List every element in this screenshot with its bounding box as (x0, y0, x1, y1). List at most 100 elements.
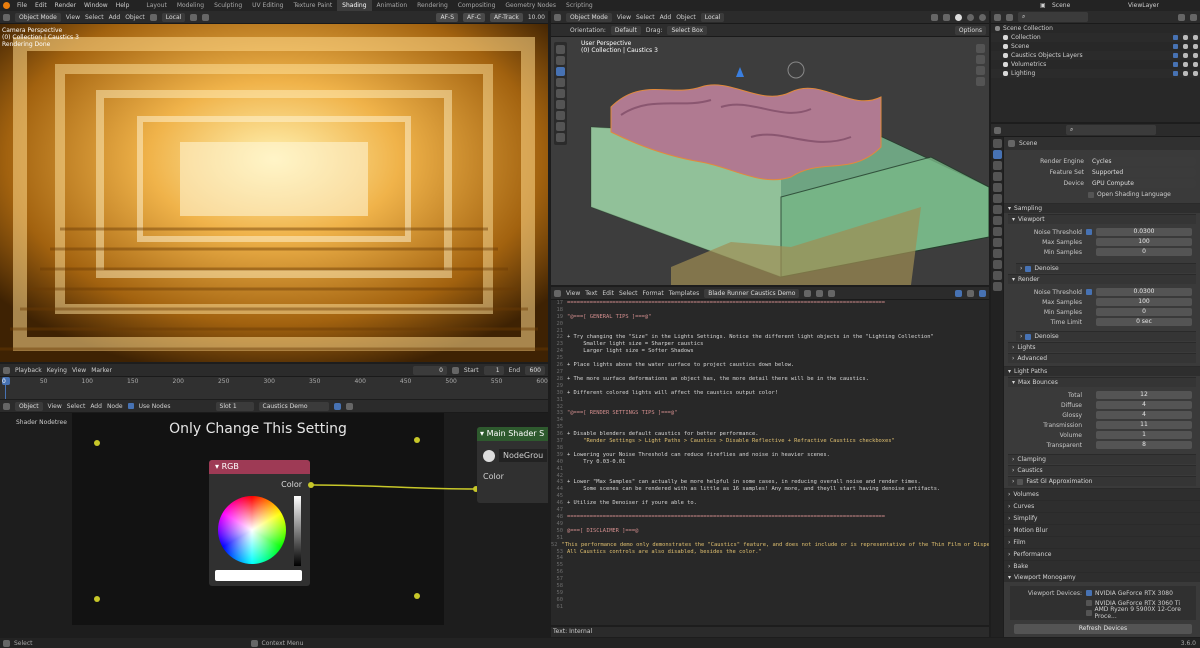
texture-tab-icon[interactable] (992, 282, 1002, 291)
shading-rendered-icon[interactable] (979, 13, 986, 21)
menu-add[interactable]: Add (109, 14, 121, 21)
menu-keying[interactable]: Keying (47, 367, 67, 374)
physics-tab-icon[interactable] (992, 238, 1002, 247)
editor-type-icon[interactable] (3, 13, 10, 21)
render-camera-icon[interactable] (1193, 53, 1198, 58)
r-max-field[interactable]: 100 (1096, 298, 1192, 306)
view-layer-tab-icon[interactable] (992, 172, 1002, 181)
exclude-checkbox[interactable] (1173, 71, 1178, 76)
time-limit-field[interactable]: 0 sec (1096, 318, 1192, 326)
refresh-devices-button[interactable]: Refresh Devices (1014, 624, 1192, 634)
new-text-icon[interactable] (804, 289, 812, 297)
menu-select-text[interactable]: Select (619, 290, 638, 297)
line-numbers-icon[interactable] (955, 289, 962, 297)
blender-logo-icon[interactable] (3, 2, 10, 9)
menu-edit-text[interactable]: Edit (602, 290, 614, 297)
timeline-area[interactable]: 0 50 100 150 200 250 300 350 400 450 500… (0, 377, 548, 399)
bounce-field[interactable]: 4 (1096, 401, 1192, 409)
section-film[interactable]: › Film (1004, 536, 1200, 548)
bounce-field[interactable]: 1 (1096, 431, 1192, 439)
menu-view-timeline[interactable]: View (72, 367, 86, 374)
viewport-monogamy-section[interactable]: ▾ Viewport Monogamy (1004, 572, 1200, 582)
osl-checkbox[interactable] (1088, 191, 1094, 198)
node-editor-icon[interactable] (3, 402, 10, 410)
word-wrap-icon[interactable] (967, 289, 974, 297)
bounce-field[interactable]: 8 (1096, 441, 1192, 449)
tab-layout[interactable]: Layout (141, 0, 171, 11)
new-collection-icon[interactable] (1190, 13, 1197, 21)
menu-select-right[interactable]: Select (636, 14, 655, 21)
menu-add-right[interactable]: Add (660, 14, 672, 21)
outliner-item[interactable]: Lighting (991, 69, 1200, 78)
menu-window[interactable]: Window (80, 2, 112, 9)
outliner-item[interactable]: Caustics Objects Layers (991, 51, 1200, 60)
denoise-render-subsection[interactable]: › Denoise (1016, 331, 1196, 341)
render-camera-icon[interactable] (1193, 62, 1198, 67)
menu-view-node[interactable]: View (48, 403, 62, 410)
render-camera-icon[interactable] (1193, 35, 1198, 40)
tab-modeling[interactable]: Modeling (172, 0, 209, 11)
section-curves[interactable]: › Curves (1004, 500, 1200, 512)
section-performance[interactable]: › Performance (1004, 548, 1200, 560)
tab-scripting[interactable]: Scripting (561, 0, 598, 11)
af-c-button[interactable]: AF-C (463, 12, 485, 22)
visibility-eye-icon[interactable] (1183, 71, 1188, 76)
right-3d-viewport[interactable]: User Perspective (0) Collection | Causti… (551, 37, 989, 285)
drag-selector[interactable]: Select Box (667, 25, 708, 35)
end-frame-field[interactable]: 600 (525, 365, 545, 375)
render-tab-icon[interactable] (992, 150, 1002, 159)
tab-compositing[interactable]: Compositing (453, 0, 501, 11)
orientation-selector[interactable]: Default (610, 25, 641, 35)
material-tab-icon[interactable] (992, 271, 1002, 280)
caustics-subsection[interactable]: › Caustics (1008, 465, 1196, 475)
filter-icon[interactable] (1006, 13, 1013, 21)
scene-selector[interactable]: Scene (1038, 2, 1088, 9)
options-button[interactable]: Options (954, 25, 986, 35)
shading-material-icon[interactable] (967, 13, 974, 21)
vp-noise-checkbox[interactable] (1086, 229, 1092, 235)
render-camera-icon[interactable] (1193, 71, 1198, 76)
menu-view-text[interactable]: View (566, 290, 580, 297)
text-editor-area[interactable]: 1617====================================… (551, 300, 989, 625)
output-tab-icon[interactable] (992, 161, 1002, 170)
mode-selector[interactable]: Object Mode (15, 12, 61, 22)
nodegroup-row[interactable]: NodeGrou (483, 449, 548, 462)
vp-noise-field[interactable]: 0.0300 (1096, 228, 1192, 236)
menu-select-node[interactable]: Select (67, 403, 86, 410)
light-paths-section[interactable]: ▾ Light Paths (1004, 366, 1200, 376)
vp-min-field[interactable]: 0 (1096, 248, 1192, 256)
overlay-icon[interactable] (931, 13, 938, 21)
section-motion-blur[interactable]: › Motion Blur (1004, 524, 1200, 536)
editor-type-icon[interactable] (554, 13, 561, 21)
menu-help[interactable]: Help (112, 2, 134, 9)
max-bounces-subsection[interactable]: ▾ Max Bounces (1008, 377, 1196, 387)
properties-icon[interactable] (994, 126, 1001, 134)
device-checkbox-1[interactable] (1086, 600, 1092, 606)
material-selector[interactable]: Caustics Demo (258, 401, 329, 411)
shader-type-selector[interactable]: Object (15, 401, 43, 411)
menu-text[interactable]: Text (585, 290, 597, 297)
menu-select[interactable]: Select (85, 14, 104, 21)
bounce-field[interactable]: 11 (1096, 421, 1192, 429)
zoom-icon[interactable] (975, 44, 985, 53)
menu-node[interactable]: Node (107, 403, 123, 410)
exclude-checkbox[interactable] (1173, 35, 1178, 40)
mode-selector-right[interactable]: Object Mode (566, 12, 612, 22)
menu-edit[interactable]: Edit (31, 2, 51, 9)
constraints-tab-icon[interactable] (992, 249, 1002, 258)
modifier-tab-icon[interactable] (992, 216, 1002, 225)
use-nodes-checkbox[interactable] (127, 403, 134, 409)
shield-icon[interactable] (333, 402, 341, 410)
grid-icon[interactable] (975, 77, 985, 86)
af-s-button[interactable]: AF-S (436, 12, 459, 22)
nodegroup-name[interactable]: NodeGrou (499, 449, 548, 462)
denoise-render-checkbox[interactable] (1025, 333, 1032, 340)
exclude-checkbox[interactable] (1173, 44, 1178, 49)
menu-view[interactable]: View (66, 14, 80, 21)
node-canvas[interactable]: Shader Nodetree Only Change This Setting… (0, 413, 548, 636)
outliner-search[interactable]: ⌕ (1018, 12, 1088, 22)
outliner-item[interactable]: Volumetrics (991, 60, 1200, 69)
main-shader-node[interactable]: ▾ Main Shader S NodeGrou Color (477, 427, 548, 503)
visibility-eye-icon[interactable] (1183, 35, 1188, 40)
camera-render-view[interactable]: Camera Perspective (0) Collection | Caus… (0, 24, 548, 362)
